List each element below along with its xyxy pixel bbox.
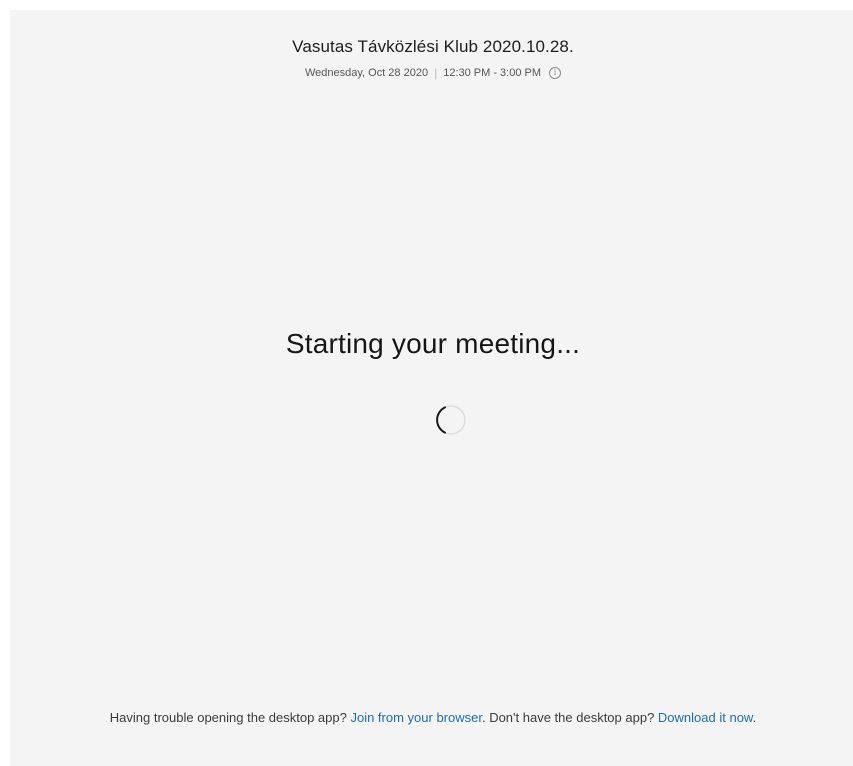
download-app-link[interactable]: Download it now (658, 710, 753, 725)
loading-spinner-icon (436, 405, 466, 435)
footer-trouble-text: Having trouble opening the desktop app? (109, 710, 351, 725)
meeting-time: 12:30 PM - 3:00 PM (443, 67, 542, 79)
meeting-date: Wednesday, Oct 28 2020 (304, 67, 429, 79)
meeting-panel: Vasutas Távközlési Klub 2020.10.28. Wedn… (10, 10, 853, 766)
footer-end-text: . (752, 710, 757, 725)
status-message: Starting your meeting... (285, 328, 581, 359)
footer-help: Having trouble opening the desktop app? … (10, 710, 853, 725)
meeting-schedule: Wednesday, Oct 28 2020 | 12:30 PM - 3:00… (10, 66, 853, 80)
meeting-header: Vasutas Távközlési Klub 2020.10.28. Wedn… (10, 37, 853, 80)
info-icon[interactable]: i (549, 67, 562, 79)
meeting-title: Vasutas Távközlési Klub 2020.10.28. (292, 37, 574, 56)
join-from-browser-link[interactable]: Join from your browser (350, 710, 482, 725)
meta-separator: | (434, 66, 438, 80)
footer-middle-text: . Don't have the desktop app? (481, 710, 658, 725)
